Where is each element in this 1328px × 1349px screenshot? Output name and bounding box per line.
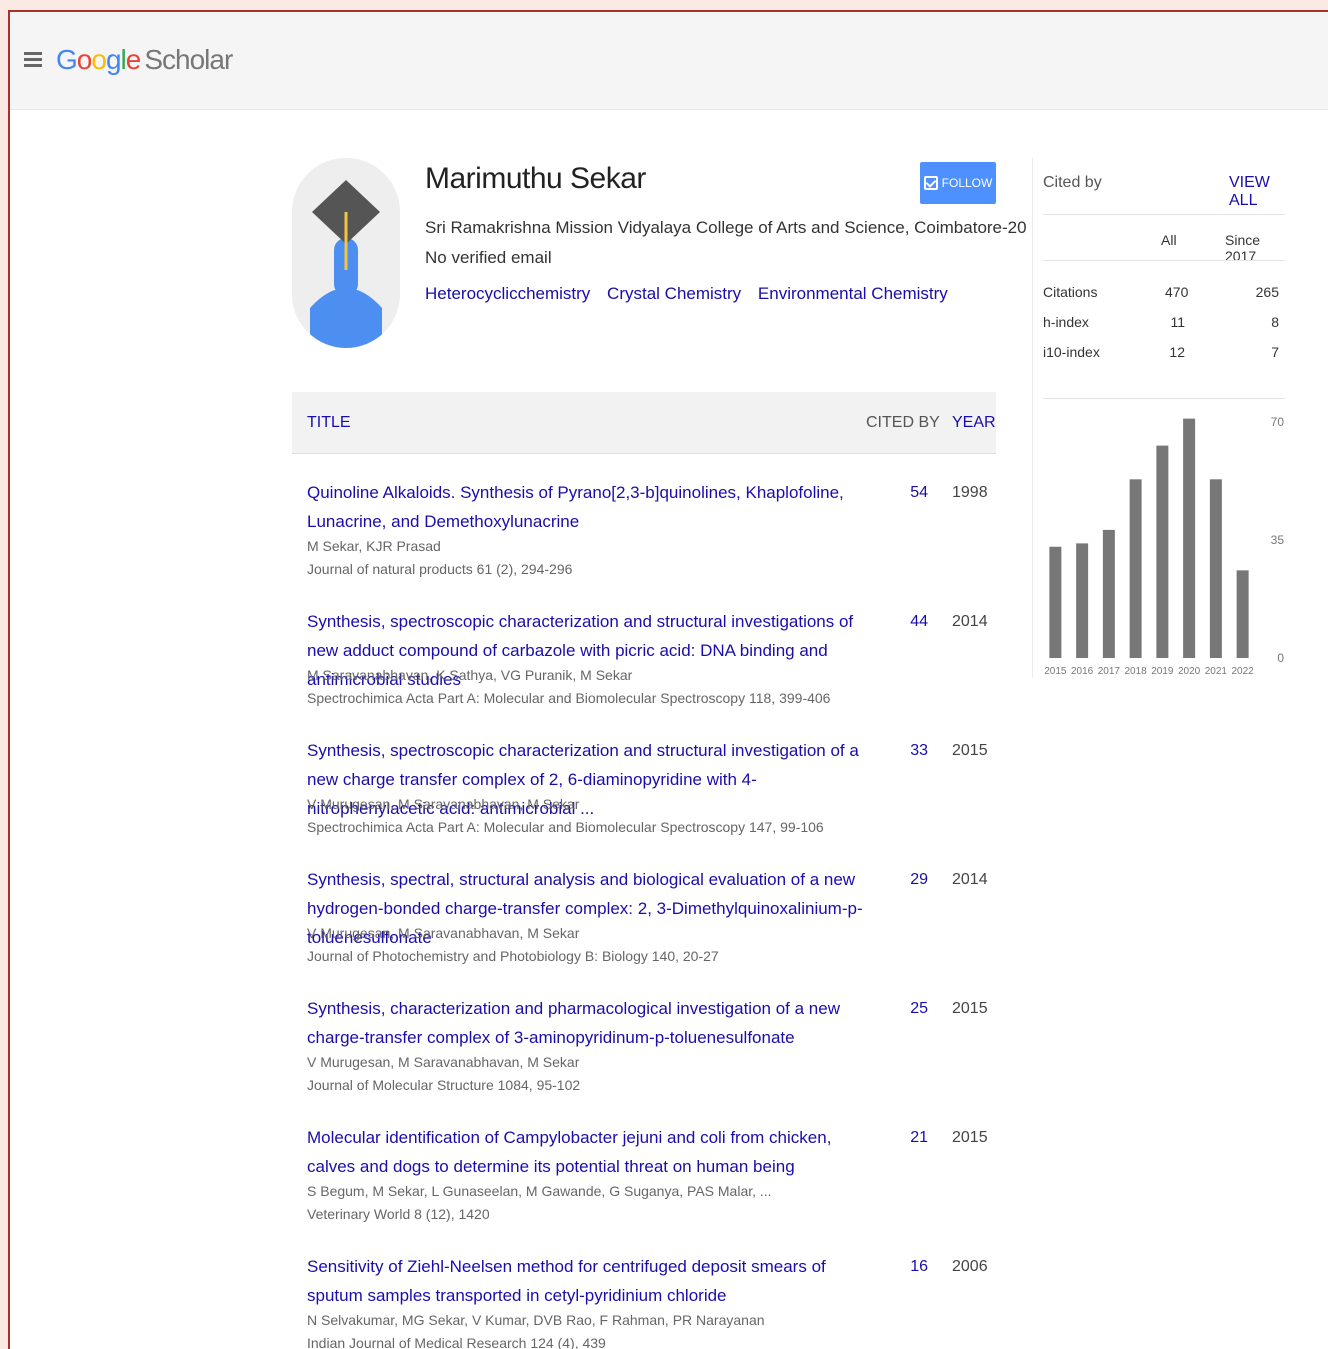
article-year: 2015: [952, 742, 988, 759]
chart-bar-2015[interactable]: [1049, 546, 1062, 658]
divider: [1043, 260, 1285, 261]
profile-name: Marimuthu Sekar: [425, 162, 646, 195]
article-cited-by-link[interactable]: 54: [892, 478, 928, 507]
article-authors: V Murugesan, M Saravanabhavan, M Sekar: [307, 1054, 580, 1070]
x-tick-label: 2017: [1098, 666, 1121, 677]
divider: [1043, 398, 1285, 399]
interest-link[interactable]: Environmental Chemistry: [758, 284, 948, 303]
article-venue: Indian Journal of Medical Research 124 (…: [307, 1335, 606, 1349]
x-tick-label: 2021: [1205, 666, 1228, 677]
top-bar: Google Scholar: [10, 12, 1328, 110]
x-tick-label: 2022: [1232, 666, 1255, 677]
article-venue: Journal of Photochemistry and Photobiolo…: [307, 948, 719, 964]
y-tick-label: 35: [1271, 533, 1285, 547]
article-authors: V Murugesan, M Saravanabhavan, M Sekar: [307, 925, 580, 941]
article-title-link[interactable]: Sensitivity of Ziehl-Neelsen method for …: [307, 1252, 867, 1310]
interest-link[interactable]: Heterocyclicchemistry: [425, 284, 590, 303]
sort-by-year-header[interactable]: YEAR: [952, 414, 996, 432]
article-cited-by-link[interactable]: 21: [892, 1123, 928, 1152]
article-cited-by-link[interactable]: 44: [892, 607, 928, 636]
article-year: 2014: [952, 871, 988, 888]
graduate-avatar-icon: [292, 158, 400, 348]
article-year: 1998: [952, 484, 988, 501]
x-tick-label: 2020: [1178, 666, 1201, 677]
sort-by-cited-header[interactable]: CITED BY: [866, 414, 940, 432]
article-title-link[interactable]: Molecular identification of Campylobacte…: [307, 1123, 867, 1181]
cited-by-title: Cited by: [1043, 174, 1102, 191]
chart-bar-2017[interactable]: [1102, 529, 1115, 658]
articles-table-header: TITLE CITED BY YEAR: [292, 392, 996, 454]
chart-bar-2020[interactable]: [1183, 418, 1196, 658]
chart-bar-2016[interactable]: [1076, 543, 1089, 658]
article-venue: Spectrochimica Acta Part A: Molecular an…: [307, 819, 824, 835]
article-year: 2015: [952, 1129, 988, 1146]
google-scholar-logo[interactable]: Google Scholar: [56, 44, 233, 76]
page-frame: Google Scholar Marimuthu Sekar Sri Ramakr…: [8, 10, 1328, 1349]
article-cited-by-link[interactable]: 16: [892, 1252, 928, 1281]
article-venue: Journal of natural products 61 (2), 294-…: [307, 561, 573, 577]
article-authors: S Begum, M Sekar, L Gunaseelan, M Gawand…: [307, 1183, 772, 1199]
article-authors: V Murugesan, M Saravanabhavan, M Sekar: [307, 796, 580, 812]
article-title-link[interactable]: Synthesis, characterization and pharmaco…: [307, 994, 867, 1052]
article-year: 2006: [952, 1258, 988, 1275]
article-authors: N Selvakumar, MG Sekar, V Kumar, DVB Rao…: [307, 1312, 765, 1328]
chart-bar-2021[interactable]: [1209, 479, 1222, 658]
research-interests: Heterocyclicchemistry Crystal Chemistry …: [425, 284, 960, 304]
sort-by-title-header[interactable]: TITLE: [307, 414, 351, 432]
view-all-link[interactable]: VIEW ALL: [1229, 174, 1284, 210]
article-year: 2015: [952, 1000, 988, 1017]
hamburger-menu-icon[interactable]: [24, 52, 42, 68]
interest-link[interactable]: Crystal Chemistry: [607, 284, 741, 303]
article-venue: Journal of Molecular Structure 1084, 95-…: [307, 1077, 581, 1093]
x-tick-label: 2016: [1071, 666, 1094, 677]
profile-affiliation: Sri Ramakrishna Mission Vidyalaya Colleg…: [425, 218, 1027, 237]
follow-check-icon: [923, 176, 938, 190]
article-authors: M Saravanabhavan, K Sathya, VG Puranik, …: [307, 667, 633, 683]
column-header-all: All: [1161, 232, 1177, 248]
y-tick-label: 70: [1271, 415, 1285, 429]
divider: [1043, 214, 1285, 215]
citations-per-year-chart: 2015 2016 2017 2018 2019 2020 2021 2022 70 35 0: [1044, 415, 1285, 677]
chart-bar-2019[interactable]: [1156, 445, 1169, 658]
profile-email: No verified email: [425, 248, 552, 267]
article-cited-by-link[interactable]: 29: [892, 865, 928, 894]
article-venue: Spectrochimica Acta Part A: Molecular an…: [307, 690, 831, 706]
article-authors: M Sekar, KJR Prasad: [307, 538, 441, 554]
follow-button[interactable]: FOLLOW: [920, 162, 996, 204]
x-tick-label: 2015: [1044, 666, 1067, 677]
article-cited-by-link[interactable]: 33: [892, 736, 928, 765]
y-tick-label: 0: [1277, 651, 1284, 665]
x-tick-label: 2018: [1125, 666, 1148, 677]
chart-bar-2018[interactable]: [1129, 479, 1142, 658]
x-tick-label: 2019: [1151, 666, 1174, 677]
article-title-link[interactable]: Quinoline Alkaloids. Synthesis of Pyrano…: [307, 478, 867, 536]
article-cited-by-link[interactable]: 25: [892, 994, 928, 1023]
chart-bar-2022[interactable]: [1236, 570, 1249, 658]
article-year: 2014: [952, 613, 988, 630]
article-venue: Veterinary World 8 (12), 1420: [307, 1206, 490, 1222]
